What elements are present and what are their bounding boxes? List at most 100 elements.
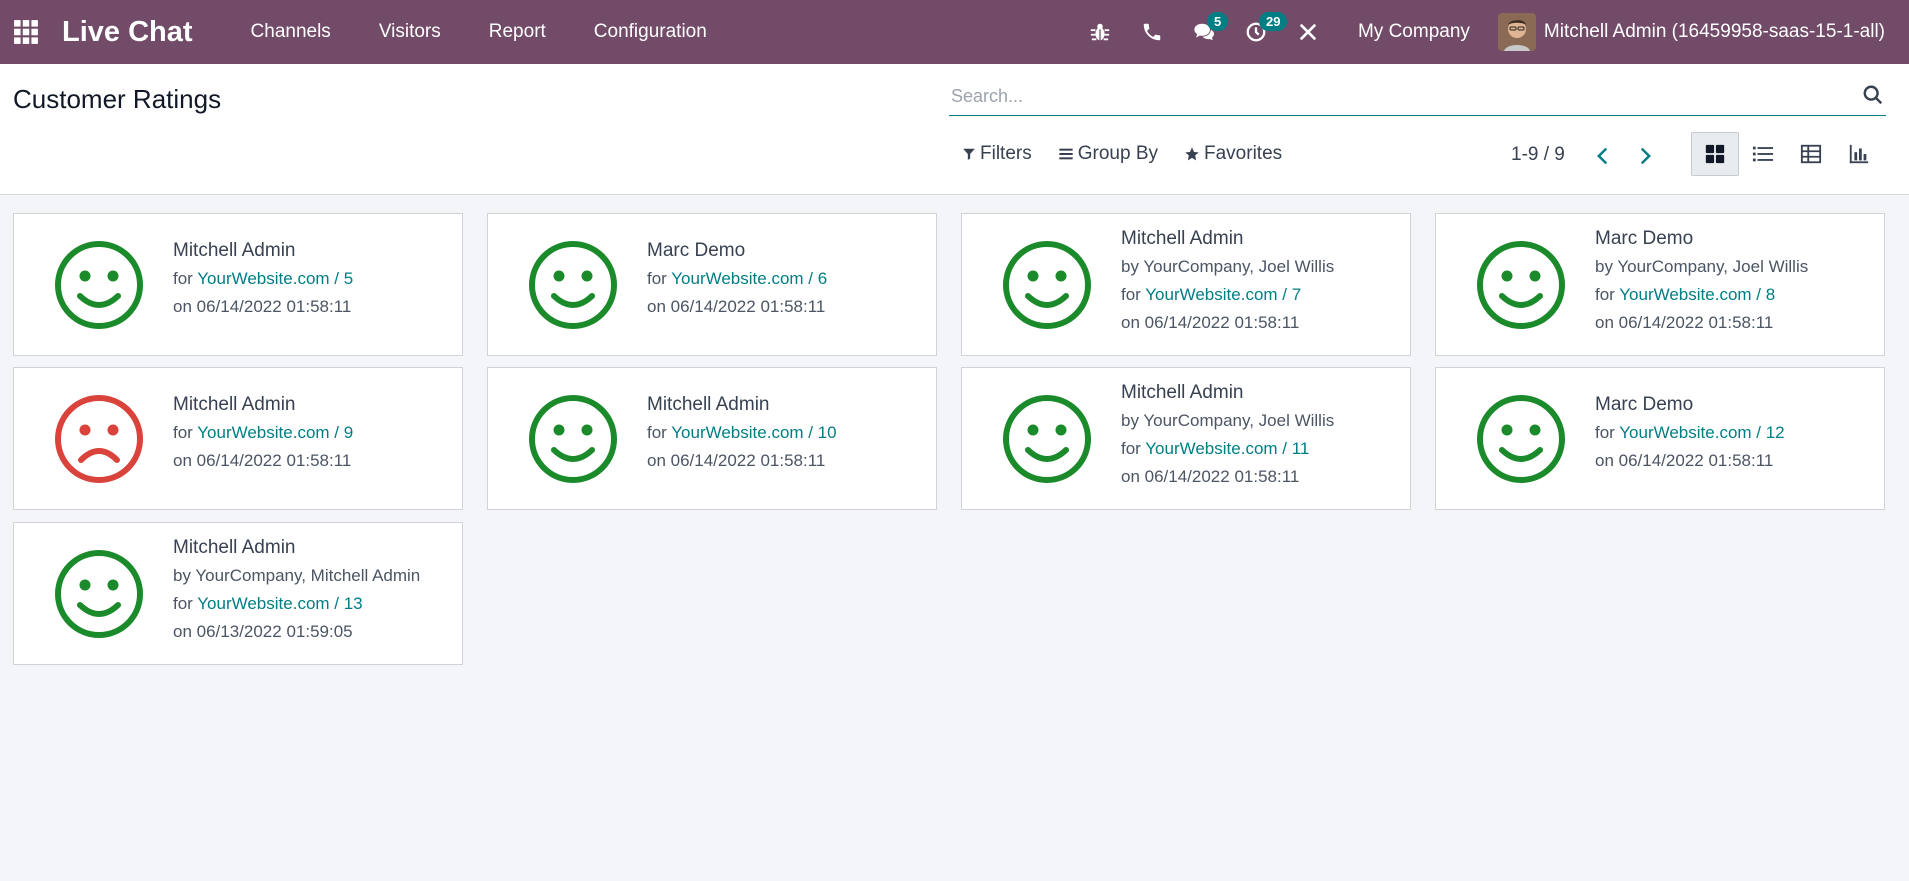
rated-for-prefix: for — [173, 594, 198, 613]
resource-link[interactable]: YourWebsite.com / 12 — [1619, 423, 1784, 442]
rating-card[interactable]: Marc Demo for YourWebsite.com / 6 on 06/14… — [487, 213, 937, 356]
pager-next-icon[interactable] — [1630, 141, 1660, 171]
rated-for-prefix: for — [1121, 439, 1146, 458]
rating-date: on 06/14/2022 01:58:11 — [173, 297, 352, 316]
happy-face-icon — [528, 394, 618, 484]
menu-visitors[interactable]: Visitors — [355, 0, 465, 64]
happy-face-icon — [54, 240, 144, 330]
rated-partner-name: Mitchell Admin — [647, 394, 770, 415]
rated-for-prefix: for — [647, 269, 672, 288]
happy-face-icon — [1476, 394, 1566, 484]
messages-icon[interactable]: 5 — [1178, 0, 1230, 64]
tools-icon[interactable] — [1282, 0, 1334, 64]
resource-link[interactable]: YourWebsite.com / 7 — [1145, 285, 1301, 304]
rated-partner-name: Marc Demo — [1595, 394, 1694, 415]
resource-link[interactable]: YourWebsite.com / 10 — [671, 423, 836, 442]
rated-by: by YourCompany, Mitchell Admin — [173, 566, 421, 585]
systray: 5 29 My Company Mitchell Admin (16459958… — [1074, 0, 1909, 64]
menu-configuration[interactable]: Configuration — [570, 0, 731, 64]
pager-previous-icon[interactable] — [1588, 141, 1618, 171]
rated-for: for YourWebsite.com / 12 — [1595, 422, 1785, 444]
pivot-view-icon[interactable] — [1787, 132, 1835, 176]
happy-face-icon — [528, 240, 618, 330]
rated-for: for YourWebsite.com / 11 — [1121, 438, 1334, 460]
rated-partner-name: Mitchell Admin — [173, 394, 296, 415]
top-navbar: Live Chat Channels Visitors Report Confi… — [0, 0, 1909, 64]
rated-by: by YourCompany, Joel Willis — [1121, 411, 1335, 430]
rated-for-prefix: for — [173, 269, 198, 288]
rated-for: for YourWebsite.com / 7 — [1121, 284, 1334, 306]
filters-button[interactable]: Filters — [962, 143, 1032, 165]
app-title[interactable]: Live Chat — [62, 16, 193, 49]
search-input[interactable] — [949, 78, 1886, 115]
rating-date: on 06/14/2022 01:58:11 — [1121, 313, 1300, 332]
rated-partner-name: Marc Demo — [647, 240, 746, 261]
resource-link[interactable]: YourWebsite.com / 11 — [1145, 439, 1309, 458]
rating-date: on 06/13/2022 01:59:05 — [173, 622, 353, 641]
user-name: Mitchell Admin (16459958-saas-15-1-all) — [1543, 21, 1885, 42]
apps-menu-icon[interactable] — [0, 0, 52, 64]
rating-card[interactable]: Mitchell Admin by YourCompany, Joel Willi… — [961, 367, 1411, 510]
rated-for-prefix: for — [1595, 285, 1620, 304]
favorites-button[interactable]: Favorites — [1184, 143, 1282, 165]
rating-card[interactable]: Mitchell Admin by YourCompany, Joel Willi… — [961, 213, 1411, 356]
view-switcher — [1691, 132, 1883, 176]
page-title: Customer Ratings — [13, 84, 222, 114]
rating-card[interactable]: Mitchell Admin by YourCompany, Mitchell A… — [13, 522, 463, 665]
rated-partner-name: Mitchell Admin — [173, 240, 296, 261]
company-switcher[interactable]: My Company — [1334, 21, 1498, 43]
rating-date: on 06/14/2022 01:58:11 — [647, 297, 826, 316]
rating-card[interactable]: Marc Demo by YourCompany, Joel Willis for … — [1435, 213, 1885, 356]
rated-for-prefix: for — [173, 423, 198, 442]
rated-partner-name: Mitchell Admin — [173, 537, 296, 558]
kanban-view-icon[interactable] — [1691, 132, 1739, 176]
phone-icon[interactable] — [1126, 0, 1178, 64]
bars-icon — [1059, 148, 1073, 160]
menu-channels[interactable]: Channels — [227, 0, 355, 64]
rated-for-prefix: for — [1121, 285, 1146, 304]
happy-face-icon — [1002, 394, 1092, 484]
rated-by: by YourCompany, Joel Willis — [1595, 257, 1809, 276]
rated-partner-name: Mitchell Admin — [1121, 382, 1244, 403]
rated-for: for YourWebsite.com / 6 — [647, 268, 827, 290]
resource-link[interactable]: YourWebsite.com / 13 — [197, 594, 362, 613]
rating-date: on 06/14/2022 01:58:11 — [1595, 451, 1774, 470]
search-options: Filters Group By Favorites — [962, 143, 1282, 165]
filter-funnel-icon — [963, 148, 975, 160]
control-panel: Customer Ratings Filters Group By Favori… — [0, 64, 1909, 195]
messages-badge: 5 — [1206, 12, 1229, 31]
groupby-button[interactable]: Group By — [1058, 143, 1158, 165]
rating-date: on 06/14/2022 01:58:11 — [1121, 467, 1300, 486]
rating-card[interactable]: Marc Demo for YourWebsite.com / 12 on 06/1… — [1435, 367, 1885, 510]
resource-link[interactable]: YourWebsite.com / 5 — [197, 269, 353, 288]
resource-link[interactable]: YourWebsite.com / 6 — [671, 269, 827, 288]
search-bar — [949, 78, 1886, 116]
debug-bug-icon[interactable] — [1074, 0, 1126, 64]
list-view-icon[interactable] — [1739, 132, 1787, 176]
pager-value[interactable]: 1-9 / 9 — [1511, 144, 1565, 166]
rating-date: on 06/14/2022 01:58:11 — [173, 451, 352, 470]
rated-for: for YourWebsite.com / 5 — [173, 268, 353, 290]
filters-label: Filters — [980, 143, 1032, 164]
user-menu[interactable]: Mitchell Admin (16459958-saas-15-1-all) — [1497, 13, 1909, 51]
rated-for-prefix: for — [1595, 423, 1620, 442]
rated-for: for YourWebsite.com / 13 — [173, 593, 420, 615]
star-icon — [1185, 147, 1199, 161]
happy-face-icon — [1002, 240, 1092, 330]
rating-date: on 06/14/2022 01:58:11 — [647, 451, 826, 470]
search-icon[interactable] — [1862, 84, 1886, 108]
activities-clock-icon[interactable]: 29 — [1230, 0, 1288, 64]
rated-partner-name: Mitchell Admin — [1121, 228, 1244, 249]
rating-card[interactable]: Mitchell Admin for YourWebsite.com / 10 on… — [487, 367, 937, 510]
resource-link[interactable]: YourWebsite.com / 9 — [197, 423, 353, 442]
rated-for-prefix: for — [647, 423, 672, 442]
rating-card[interactable]: Mitchell Admin for YourWebsite.com / 9 on … — [13, 367, 463, 510]
happy-face-icon — [1476, 240, 1566, 330]
rated-partner-name: Marc Demo — [1595, 228, 1694, 249]
resource-link[interactable]: YourWebsite.com / 8 — [1619, 285, 1775, 304]
sad-face-icon — [54, 394, 144, 484]
graph-view-icon[interactable] — [1835, 132, 1883, 176]
menu-report[interactable]: Report — [465, 0, 570, 64]
happy-face-icon — [54, 549, 144, 639]
rating-card[interactable]: Mitchell Admin for YourWebsite.com / 5 on … — [13, 213, 463, 356]
